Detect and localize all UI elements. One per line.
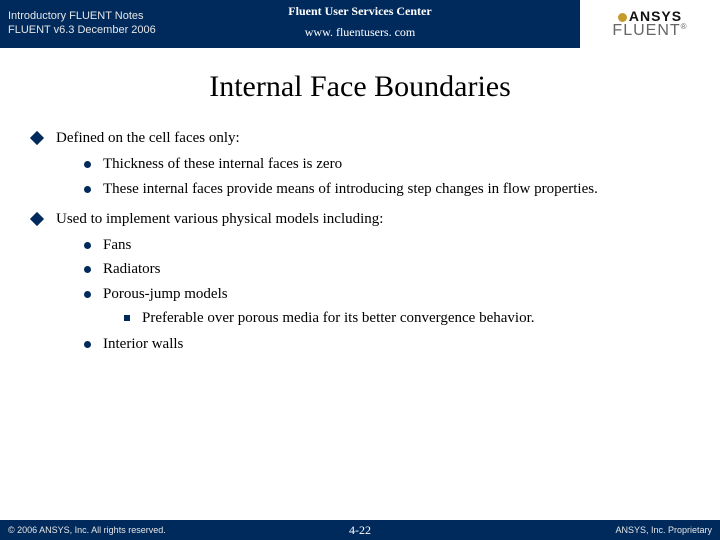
- slide-footer: © 2006 ANSYS, Inc. All rights reserved. …: [0, 520, 720, 540]
- header-left-block: Introductory FLUENT Notes FLUENT v6.3 De…: [0, 4, 280, 44]
- bullet-2-2: Radiators: [103, 259, 161, 279]
- bullet-2-3-1: Preferable over porous media for its bet…: [142, 308, 534, 328]
- disc-bullet-icon: [84, 291, 91, 298]
- course-version: FLUENT v6.3 December 2006: [8, 24, 272, 38]
- bullet-2: Used to implement various physical model…: [56, 209, 383, 229]
- square-bullet-icon: [124, 315, 130, 321]
- disc-bullet-icon: [84, 161, 91, 168]
- disc-bullet-icon: [84, 242, 91, 249]
- slide-title: Internal Face Boundaries: [0, 70, 720, 104]
- disc-bullet-icon: [84, 266, 91, 273]
- slide-header: Introductory FLUENT Notes FLUENT v6.3 De…: [0, 0, 720, 48]
- fluent-logo-text: FLUENT®: [612, 22, 687, 40]
- bullet-2-1: Fans: [103, 235, 131, 255]
- bullet-2-3: Porous-jump models: [103, 284, 228, 304]
- page-number: 4-22: [0, 523, 720, 538]
- diamond-bullet-icon: [30, 131, 44, 145]
- registered-icon: ®: [681, 22, 688, 31]
- logo-dot-icon: [618, 13, 627, 22]
- disc-bullet-icon: [84, 186, 91, 193]
- diamond-bullet-icon: [30, 212, 44, 226]
- bullet-1: Defined on the cell faces only:: [56, 128, 240, 148]
- bullet-2-4: Interior walls: [103, 334, 183, 354]
- brand-logo: ANSYS FLUENT®: [580, 0, 720, 48]
- disc-bullet-icon: [84, 341, 91, 348]
- course-title: Introductory FLUENT Notes: [8, 10, 272, 24]
- bullet-1-1: Thickness of these internal faces is zer…: [103, 154, 342, 174]
- bullet-1-2: These internal faces provide means of in…: [103, 179, 598, 199]
- brand-bottom-text: FLUENT: [612, 22, 680, 39]
- slide-content: Defined on the cell faces only: Thicknes…: [0, 128, 720, 354]
